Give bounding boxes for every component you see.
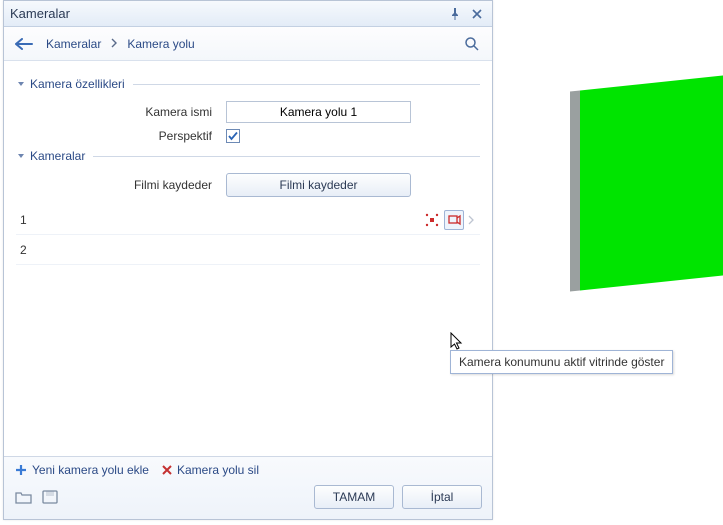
perspective-checkbox[interactable]: [226, 129, 240, 143]
panel-content: Kamera özellikleri Kamera ismi Perspekti…: [4, 61, 492, 456]
ok-button[interactable]: TAMAM: [314, 485, 394, 509]
section-title: Kamera özellikleri: [30, 77, 125, 91]
panel-title: Kameralar: [10, 6, 442, 21]
camera-list: 1 2: [16, 205, 480, 265]
model-geometry: [580, 69, 723, 290]
cameras-panel: Kameralar Kameralar Kamera yolu Kamera ö…: [3, 0, 493, 520]
row-index: 1: [20, 213, 44, 227]
collapse-icon[interactable]: [16, 151, 26, 161]
perspective-label: Perspektif: [16, 129, 226, 143]
collapse-icon[interactable]: [16, 79, 26, 89]
save-disk-icon[interactable]: [40, 488, 60, 506]
breadcrumb-root[interactable]: Kameralar: [42, 35, 105, 53]
list-item[interactable]: 1: [16, 205, 480, 235]
section-divider: [93, 156, 480, 157]
x-delete-icon: [161, 464, 173, 476]
open-folder-icon[interactable]: [14, 488, 34, 506]
chevron-right-icon[interactable]: [466, 213, 476, 227]
section-title: Kameralar: [30, 149, 85, 163]
list-item[interactable]: 2: [16, 235, 480, 265]
delete-camera-path-button[interactable]: Kamera yolu sil: [161, 463, 259, 477]
breadcrumb-current[interactable]: Kamera yolu: [123, 35, 198, 53]
section-camera-properties: Kamera özellikleri: [16, 77, 480, 91]
camera-name-label: Kamera ismi: [16, 105, 226, 119]
delete-camera-path-label: Kamera yolu sil: [177, 463, 259, 477]
add-camera-path-label: Yeni kamera yolu ekle: [32, 463, 149, 477]
panel-footer: Yeni kamera yolu ekle Kamera yolu sil TA…: [4, 456, 492, 519]
close-icon[interactable]: [468, 5, 486, 23]
pin-icon[interactable]: [446, 5, 464, 23]
panel-titlebar: Kameralar: [4, 1, 492, 27]
tooltip: Kamera konumunu aktif vitrinde göster: [450, 350, 673, 374]
search-icon[interactable]: [462, 34, 482, 54]
focus-target-icon[interactable]: [422, 210, 442, 230]
record-movie-label: Filmi kaydeder: [16, 178, 226, 192]
cancel-button[interactable]: İptal: [402, 485, 482, 509]
back-icon[interactable]: [14, 36, 34, 52]
section-cameras: Kameralar: [16, 149, 480, 163]
plus-icon: [14, 463, 28, 477]
row-index: 2: [20, 243, 44, 257]
camera-name-input[interactable]: [226, 101, 411, 123]
breadcrumb: Kameralar Kamera yolu: [4, 27, 492, 61]
record-movie-button[interactable]: Filmi kaydeder: [226, 173, 411, 197]
chevron-right-icon: [111, 37, 117, 51]
section-divider: [133, 84, 480, 85]
add-camera-path-button[interactable]: Yeni kamera yolu ekle: [14, 463, 149, 477]
show-camera-position-icon[interactable]: [444, 210, 464, 230]
